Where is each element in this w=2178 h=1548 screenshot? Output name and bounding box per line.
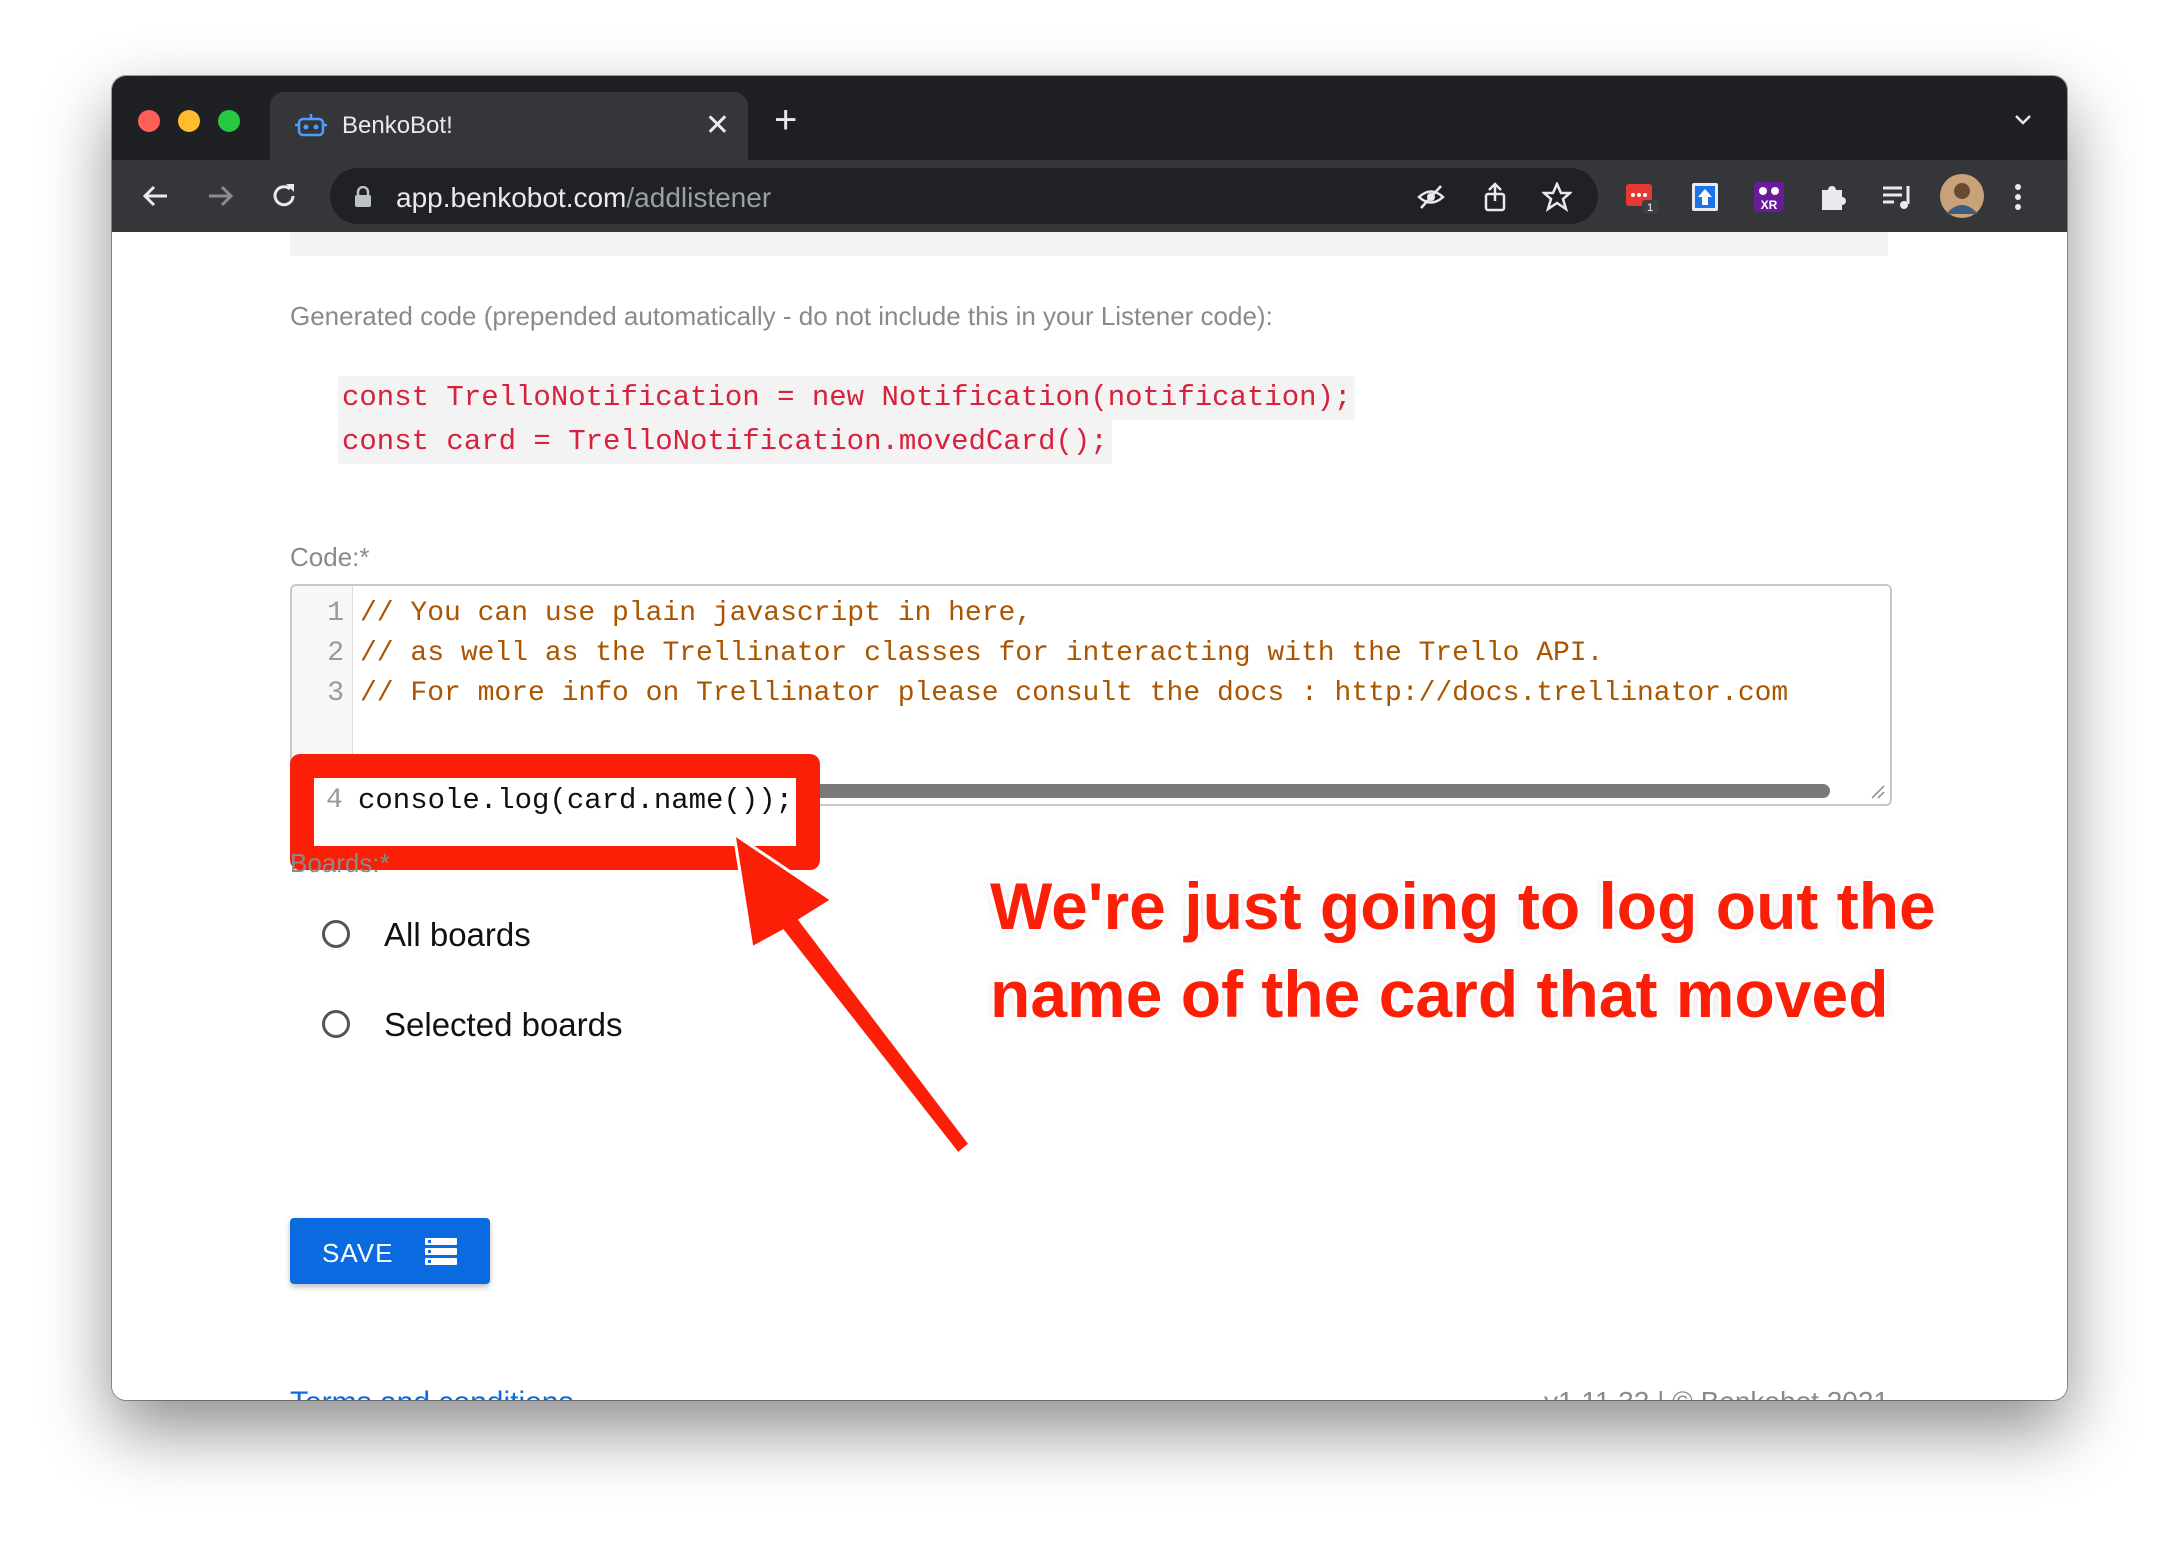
svg-text:XR: XR — [1761, 198, 1778, 212]
annotation-line-1: We're just going to log out the — [990, 869, 1936, 943]
lock-icon — [355, 186, 371, 207]
all-boards-radio[interactable] — [322, 920, 350, 948]
xr-extension-icon[interactable]: XR — [1752, 180, 1786, 214]
share-icon[interactable] — [1480, 182, 1510, 212]
minimize-window-button[interactable] — [178, 110, 200, 132]
generated-code-line: const card = TrelloNotification.movedCar… — [338, 420, 1112, 464]
extension-red-badge-icon[interactable]: 1 — [1624, 180, 1658, 214]
svg-text:1: 1 — [1647, 202, 1653, 214]
save-button-label: SAVE — [322, 1238, 394, 1268]
annotation-text: We're just going to log out the name of … — [990, 862, 1936, 1038]
tab-title: BenkoBot! — [342, 112, 453, 139]
upload-extension-icon[interactable] — [1688, 180, 1722, 214]
previous-field-bottom — [290, 232, 1888, 256]
highlight-line-number: 4 — [326, 785, 343, 816]
terms-link[interactable]: Terms and conditions — [290, 1386, 573, 1400]
star-icon[interactable] — [1542, 182, 1572, 212]
browser-toolbar: app.benkobot.com/addlistener 1 XR — [112, 160, 2067, 232]
save-button[interactable]: SAVE — [290, 1218, 490, 1284]
horizontal-scrollbar[interactable] — [800, 784, 1830, 798]
browser-window: BenkoBot! ✕ + app.benkobot.com/addlisten… — [112, 76, 2067, 1400]
media-queue-icon[interactable] — [1880, 180, 1914, 214]
robot-icon — [295, 114, 327, 137]
maximize-window-button[interactable] — [218, 110, 240, 132]
all-boards-label: All boards — [384, 916, 531, 953]
highlight-code-line: console.log(card.name()); — [358, 784, 794, 817]
reload-icon[interactable] — [268, 180, 300, 212]
generated-code-label: Generated code (prepended automatically … — [290, 301, 1273, 331]
eye-slash-icon[interactable] — [1416, 182, 1446, 212]
forward-arrow-icon[interactable] — [204, 180, 236, 212]
version-text: v1.11.32 | © Benkobot 2021 — [1544, 1386, 1889, 1400]
page-content: Generated code (prepended automatically … — [112, 232, 2067, 1400]
boards-label: Boards:* — [290, 848, 390, 878]
tab-benkobot[interactable]: BenkoBot! ✕ — [270, 92, 748, 160]
more-menu-icon[interactable] — [2012, 180, 2024, 214]
chevron-down-icon[interactable] — [2013, 110, 2033, 130]
code-label: Code:* — [290, 542, 370, 572]
close-tab-icon[interactable]: ✕ — [705, 106, 730, 146]
tab-strip: BenkoBot! ✕ + — [112, 76, 2067, 160]
new-tab-icon[interactable]: + — [774, 100, 797, 140]
generated-code-block: const TrelloNotification = new Notificat… — [338, 376, 1356, 464]
back-arrow-icon[interactable] — [140, 180, 172, 212]
profile-avatar[interactable] — [1940, 174, 1984, 218]
selected-boards-radio[interactable] — [322, 1010, 350, 1038]
puzzle-extensions-icon[interactable] — [1816, 180, 1850, 214]
list-icon — [425, 1238, 457, 1265]
selected-boards-label: Selected boards — [384, 1006, 623, 1043]
close-window-button[interactable] — [138, 110, 160, 132]
address-bar[interactable]: app.benkobot.com/addlistener — [330, 168, 1598, 224]
url-text: app.benkobot.com/addlistener — [396, 182, 772, 213]
annotation-line-2: name of the card that moved — [990, 957, 1889, 1031]
resize-handle-icon[interactable] — [1870, 784, 1886, 800]
generated-code-line: const TrelloNotification = new Notificat… — [338, 376, 1356, 420]
